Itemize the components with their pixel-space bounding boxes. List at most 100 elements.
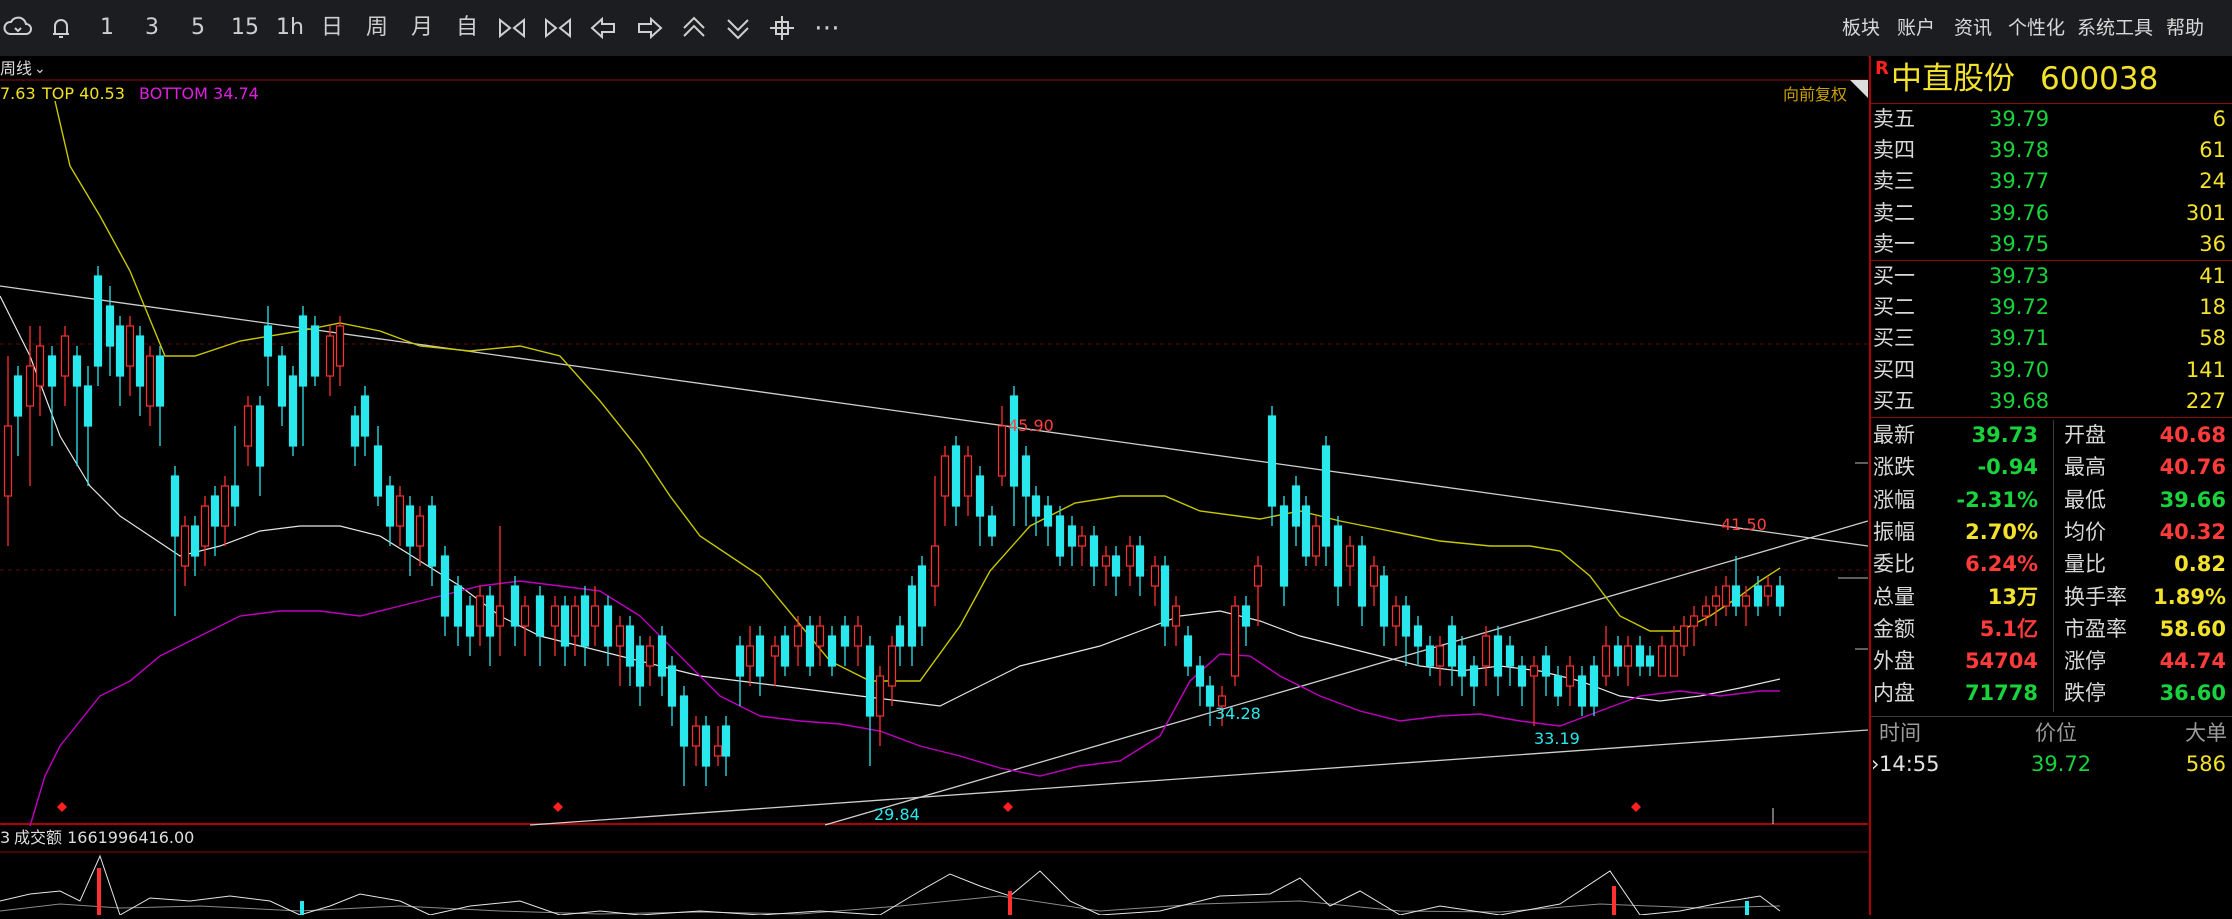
candle-body	[1291, 485, 1301, 527]
buy-level-price: 39.73	[1989, 264, 2050, 288]
candle-body	[220, 485, 230, 527]
candle-body	[667, 665, 677, 707]
buy-level-label: 买二	[1873, 295, 1915, 320]
candle-body	[780, 635, 790, 667]
period-selector[interactable]: 周线	[0, 59, 32, 78]
candle-body	[510, 585, 520, 627]
stat-row: 最新 39.73 开盘 40.68	[1871, 420, 2232, 451]
candle-body	[520, 605, 530, 627]
chart-area[interactable]: 周线 ⌄ 7.63 TOP 40.53 BOTTOM 34.74 向前复权 45…	[0, 56, 1869, 916]
arrow-right-icon[interactable]	[633, 12, 665, 44]
stat-value: 1.89%	[2153, 584, 2226, 609]
candle-body	[1333, 525, 1343, 587]
candle-body	[453, 585, 463, 627]
stat-label: 最新	[1873, 423, 1915, 447]
chevron-down-icon[interactable]: ⌄	[34, 61, 46, 77]
price-annotation: 33.19	[1534, 729, 1580, 748]
period-custom[interactable]: 自	[450, 0, 484, 56]
candle-body	[1553, 675, 1563, 697]
candle-body	[427, 505, 437, 567]
bell-icon[interactable]	[45, 12, 77, 44]
menu-sector[interactable]: 板块	[1842, 0, 1880, 56]
buy-level-row[interactable]: 买四 39.70 141	[1871, 355, 2232, 386]
candle-body	[895, 625, 905, 647]
security-code[interactable]: 600038	[2040, 57, 2158, 101]
chevron-down-double-icon[interactable]	[722, 12, 754, 44]
candle-body	[1457, 645, 1467, 677]
sell-level-label: 卖一	[1873, 231, 1915, 256]
candle-body	[3, 425, 13, 497]
candle-body	[135, 335, 145, 387]
candle-body	[1055, 515, 1065, 557]
candle-body	[25, 365, 35, 407]
volume-amount-label: 成交额 1661996416.00	[14, 828, 194, 847]
candle-body	[335, 325, 345, 367]
buy-level-row[interactable]: 买一 39.73 41	[1871, 261, 2232, 292]
candle-body	[1763, 585, 1773, 597]
buy-level-row[interactable]: 买五 39.68 227	[1871, 386, 2232, 417]
stat-label: 涨幅	[1873, 487, 1915, 512]
candle-body	[230, 485, 240, 507]
sell-level-volume: 24	[2199, 169, 2226, 194]
more-icon[interactable]: ⋯	[810, 0, 844, 56]
stat-value: 36.60	[2159, 681, 2226, 706]
candle-body	[580, 595, 590, 647]
menu-system-tools[interactable]: 系统工具	[2077, 0, 2153, 56]
candle-body	[917, 565, 927, 627]
period-15[interactable]: 15	[225, 0, 265, 56]
candle-body	[1311, 525, 1321, 557]
menu-account[interactable]: 账户	[1897, 0, 1935, 56]
adjust-mode-label[interactable]: 向前复权	[1783, 85, 1847, 104]
stat-label: 涨跌	[1873, 455, 1915, 480]
period-3[interactable]: 3	[135, 0, 169, 56]
period-5[interactable]: 5	[181, 0, 215, 56]
buy-level-row[interactable]: 买三 39.71 58	[1871, 323, 2232, 354]
chevron-up-double-icon[interactable]	[678, 12, 710, 44]
sell-level-row[interactable]: 卖四 39.78 61	[1871, 135, 2232, 166]
candle-body	[907, 585, 917, 647]
crosshair-icon[interactable]	[766, 12, 798, 44]
stat-value: 58.60	[2159, 616, 2226, 641]
zoom-in-icon[interactable]	[496, 12, 528, 44]
menu-news[interactable]: 资讯	[1954, 0, 1992, 56]
candle-body	[385, 485, 395, 527]
sell-level-row[interactable]: 卖五 39.79 6	[1871, 104, 2232, 135]
period-1h[interactable]: 1h	[270, 0, 310, 56]
candle-body	[415, 515, 425, 547]
stat-label: 市盈率	[2064, 616, 2127, 641]
cloud-sync-icon[interactable]	[2, 12, 34, 44]
buy-level-price: 39.68	[1989, 388, 2050, 413]
candle-body	[853, 625, 863, 647]
sell-level-label: 卖五	[1873, 107, 1915, 131]
candle-body	[1267, 415, 1277, 507]
candle-body	[887, 645, 897, 687]
period-week[interactable]: 周	[360, 0, 394, 56]
sell-level-price: 39.75	[1989, 231, 2050, 256]
candle-body	[155, 355, 165, 407]
period-1[interactable]: 1	[90, 0, 124, 56]
candle-body	[395, 495, 405, 527]
zoom-out-icon[interactable]	[542, 12, 574, 44]
period-day[interactable]: 日	[315, 0, 349, 56]
kline-chart[interactable]: 周线 ⌄ 7.63 TOP 40.53 BOTTOM 34.74 向前复权 45…	[0, 56, 1869, 916]
candle-body	[1589, 665, 1599, 707]
candle-body	[590, 605, 600, 627]
menu-help[interactable]: 帮助	[2166, 0, 2204, 56]
candle-body	[1301, 505, 1311, 557]
sell-level-row[interactable]: 卖一 39.75 36	[1871, 229, 2232, 260]
sell-level-row[interactable]: 卖三 39.77 24	[1871, 166, 2232, 197]
candle-body	[625, 625, 635, 667]
candle-body	[805, 625, 815, 667]
security-name[interactable]: 中直股份	[1891, 57, 2015, 101]
candle-body	[1279, 505, 1289, 587]
stat-row: 委比 6.24% 量比 0.82	[1871, 549, 2232, 580]
candle-body	[1125, 545, 1135, 567]
arrow-left-icon[interactable]	[588, 12, 620, 44]
buy-level-row[interactable]: 买二 39.72 18	[1871, 292, 2232, 323]
menu-personalize[interactable]: 个性化	[2008, 0, 2065, 56]
period-month[interactable]: 月	[405, 0, 439, 56]
stat-label: 最高	[2064, 455, 2106, 480]
candle-body	[691, 725, 701, 747]
sell-level-row[interactable]: 卖二 39.76 301	[1871, 198, 2232, 229]
candle-body	[190, 525, 200, 557]
